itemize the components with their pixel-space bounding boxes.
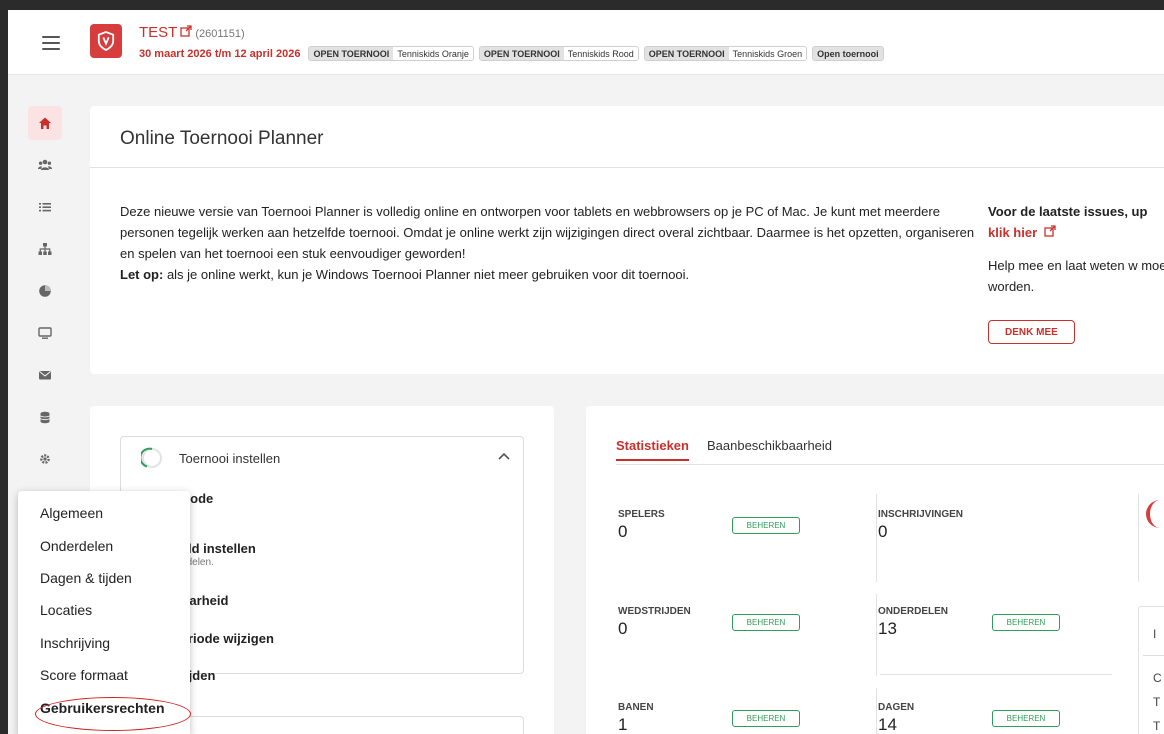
info-side-card: I C T T	[1138, 606, 1164, 734]
app-frame: TEST (2601151) 30 maart 2026 t/m 12 apri…	[8, 10, 1164, 734]
intro-card: Online Toernooi Planner Deze nieuwe vers…	[90, 106, 1164, 374]
intro-warning: als je online werkt, kun je Windows Toer…	[163, 267, 690, 282]
chevron-up-icon[interactable]	[497, 451, 511, 461]
page-title: Online Toernooi Planner	[120, 128, 324, 149]
menu-item-algemeen[interactable]: Algemeen	[40, 505, 103, 521]
highlight-oval	[35, 697, 191, 731]
tab-statistieken[interactable]: Statistieken	[616, 438, 689, 461]
stat-inschrijvingen: INSCHRIJVINGEN 0	[878, 509, 964, 541]
monitor-icon[interactable]	[28, 316, 62, 350]
intro-paragraph: Deze nieuwe versie van Toernooi Planner …	[120, 204, 975, 261]
menu-item-inschrijving[interactable]: Inschrijving	[40, 635, 110, 651]
stat-banen: BANEN 1 BEHEREN	[618, 702, 800, 734]
event-tag: OPEN TOERNOOI Tenniskids Groen	[643, 46, 808, 61]
intro-let-op: Let op:	[120, 267, 164, 282]
external-link-icon	[1044, 225, 1056, 237]
stat-wedstrijden: WEDSTRIJDEN 0 BEHEREN	[618, 606, 800, 639]
help-text: Help mee en laat weten w moeten worden.	[988, 258, 1164, 294]
menu-item-score-formaat[interactable]: Score formaat	[40, 667, 128, 683]
list-icon[interactable]	[28, 190, 62, 224]
setup-title: Toernooi instellen	[179, 450, 281, 466]
event-tag: Open toernooi	[812, 46, 884, 61]
menu-item-locaties[interactable]: Locaties	[40, 602, 92, 618]
progress-ring-icon	[141, 447, 162, 468]
status-indicator	[1146, 500, 1164, 528]
tournament-dates: 30 maart 2026 t/m 12 april 2026	[139, 47, 301, 60]
envelope-icon[interactable]	[28, 358, 62, 392]
chart-pie-icon[interactable]	[28, 274, 62, 308]
beheren-button[interactable]: BEHEREN	[732, 517, 800, 534]
tab-baanbeschikbaarheid[interactable]: Baanbeschikbaarheid	[707, 438, 832, 461]
setup-accordion-header[interactable]: Toernooi instellen	[141, 447, 280, 469]
hamburger-menu-icon[interactable]	[42, 36, 60, 50]
tournament-id: (2601151)	[195, 28, 245, 40]
users-icon[interactable]	[28, 148, 62, 182]
gear-icon[interactable]	[28, 442, 62, 476]
stat-spelers: SPELERS 0 BEHEREN	[618, 509, 800, 542]
menu-item-dagen-tijden[interactable]: Dagen & tijden	[40, 570, 132, 586]
external-link-icon[interactable]	[180, 25, 192, 37]
statistics-card: Statistieken Baanbeschikbaarheid SPELERS…	[586, 406, 1164, 734]
denk-mee-button[interactable]: DENK MEE	[988, 320, 1075, 344]
home-icon[interactable]	[28, 106, 62, 140]
beheren-button[interactable]: BEHEREN	[732, 710, 800, 727]
issues-heading: Voor de laatste issues, up	[988, 204, 1148, 219]
top-header: TEST (2601151) 30 maart 2026 t/m 12 apri…	[8, 10, 1164, 75]
menu-item-onderdelen[interactable]: Onderdelen	[40, 538, 113, 554]
tournament-title[interactable]: TEST	[139, 24, 177, 41]
event-tag: OPEN TOERNOOI Tenniskids Rood	[478, 46, 639, 61]
beheren-button[interactable]: BEHEREN	[732, 614, 800, 631]
intro-text: Deze nieuwe versie van Toernooi Planner …	[120, 201, 980, 285]
click-here-link[interactable]: klik hier	[988, 222, 1164, 243]
event-tag: OPEN TOERNOOI Tenniskids Oranje	[308, 46, 474, 61]
beheren-button[interactable]: BEHEREN	[992, 614, 1060, 631]
left-nav-rail	[28, 106, 68, 484]
coins-icon[interactable]	[28, 400, 62, 434]
settings-dropdown: Algemeen Onderdelen Dagen & tijden Locat…	[18, 491, 191, 734]
stat-dagen: DAGEN 14 BEHEREN	[878, 702, 1060, 734]
issues-panel: Voor de laatste issues, up klik hier Hel…	[988, 201, 1164, 297]
stat-onderdelen: ONDERDELEN 13 BEHEREN	[878, 606, 1060, 639]
beheren-button[interactable]: BEHEREN	[992, 710, 1060, 727]
tournament-logo-icon	[90, 24, 122, 58]
sitemap-icon[interactable]	[28, 232, 62, 266]
